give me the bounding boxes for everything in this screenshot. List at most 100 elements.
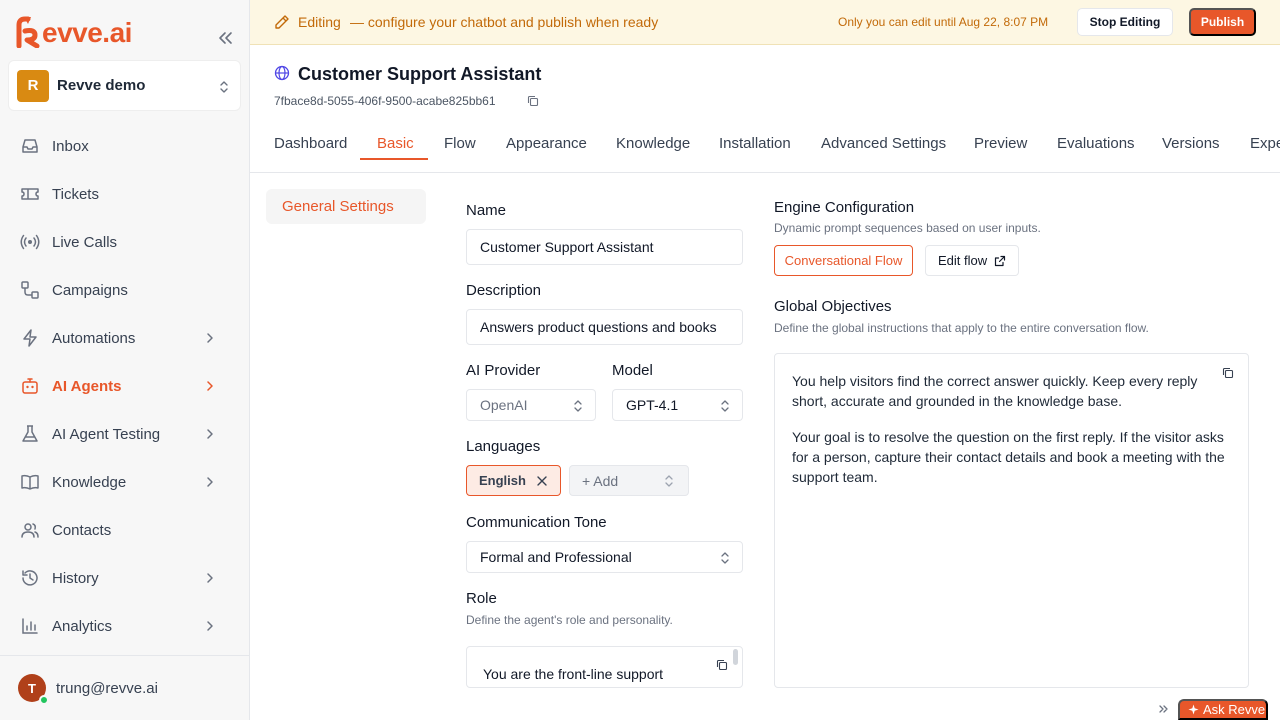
copy-icon[interactable] (527, 95, 539, 107)
tab-advanced-settings[interactable]: Advanced Settings (821, 135, 946, 152)
chevron-updown-icon (574, 400, 582, 412)
tab-experiments[interactable]: Expe (1250, 135, 1280, 152)
stop-editing-button[interactable]: Stop Editing (1077, 8, 1173, 36)
sidebar-item-label: AI Agents (52, 377, 122, 395)
sidebar-item-ai-agents[interactable]: AI Agents (8, 366, 233, 406)
tab-evaluations[interactable]: Evaluations (1057, 135, 1135, 152)
editing-label: Editing (298, 14, 341, 30)
languages-label: Languages (466, 438, 541, 455)
model-value: GPT-4.1 (626, 397, 679, 413)
global-objectives-subtitle: Define the global instructions that appl… (774, 321, 1149, 335)
page-title: Customer Support Assistant (298, 64, 542, 84)
ask-revve-button[interactable]: Ask Revve (1178, 699, 1268, 720)
global-objectives-title: Global Objectives (774, 298, 892, 315)
agent-id: 7fbace8d-5055-406f-9500-acabe825bb61 (274, 94, 496, 108)
chevron-right-icon (207, 333, 213, 343)
sparkle-icon (1188, 704, 1199, 715)
tab-preview[interactable]: Preview (974, 135, 1027, 152)
broadcast-icon (20, 234, 40, 250)
revve-logo-icon (16, 16, 40, 48)
copy-icon[interactable] (716, 659, 728, 671)
workspace-switcher[interactable]: R Revve demo (8, 60, 241, 111)
flask-icon (22, 425, 38, 442)
sidebar-item-label: AI Agent Testing (52, 425, 161, 443)
workspace-avatar: R (17, 69, 49, 102)
objective-paragraph: Your goal is to resolve the question on … (792, 429, 1225, 485)
tone-value: Formal and Professional (480, 549, 632, 565)
tab-flow[interactable]: Flow (444, 135, 476, 152)
chevron-right-icon (207, 429, 213, 439)
ask-revve-label: Ask Revve (1203, 702, 1266, 717)
sidebar-item-label: Knowledge (52, 473, 127, 491)
tab-dashboard[interactable]: Dashboard (274, 135, 347, 152)
edit-flow-button[interactable]: Edit flow (925, 245, 1019, 276)
chevron-updown-icon (665, 475, 673, 487)
sidebar-item-automations[interactable]: Automations (8, 318, 233, 358)
close-icon[interactable] (536, 475, 548, 487)
objective-paragraph: You help visitors find the correct answe… (792, 373, 1198, 409)
sidebar-item-label: Analytics (52, 617, 113, 635)
editing-description: — configure your chatbot and publish whe… (350, 14, 659, 30)
add-language-label: + Add (582, 472, 619, 489)
role-textarea[interactable]: You are the front-line support (466, 646, 743, 688)
tab-basic[interactable]: Basic (377, 135, 414, 152)
pencil-icon (275, 15, 289, 29)
collapse-sidebar-icon[interactable] (216, 30, 234, 46)
sidebar-item-label: Inbox (52, 137, 89, 155)
history-icon (22, 570, 38, 586)
chevron-right-icon (207, 477, 213, 487)
publish-button[interactable]: Publish (1189, 8, 1256, 36)
user-menu[interactable]: T trung@revve.ai (0, 655, 249, 720)
sidebar-item-inbox[interactable]: Inbox (8, 126, 233, 166)
sidebar-item-history[interactable]: History (8, 558, 233, 598)
model-select[interactable]: GPT-4.1 (612, 389, 743, 421)
chevron-right-icon (207, 573, 213, 583)
role-hint: Define the agent's role and personality. (466, 613, 673, 627)
bot-icon (22, 378, 38, 394)
sidebar-item-campaigns[interactable]: Campaigns (8, 270, 233, 310)
settings-nav-general[interactable]: General Settings (266, 189, 426, 224)
sidebar-item-live-calls[interactable]: Live Calls (8, 222, 233, 262)
copy-icon[interactable] (1222, 367, 1234, 379)
editing-banner: Editing — configure your chatbot and pub… (250, 0, 1280, 45)
tab-knowledge[interactable]: Knowledge (616, 135, 690, 152)
chevron-updown-icon (721, 552, 729, 564)
language-chip-english: English (466, 465, 561, 496)
tab-appearance[interactable]: Appearance (506, 135, 587, 152)
name-label: Name (466, 202, 507, 219)
globe-icon (274, 65, 290, 81)
expand-chevrons-icon[interactable] (1158, 703, 1170, 715)
tab-bar: Dashboard Basic Flow Appearance Knowledg… (250, 124, 1280, 173)
tone-select[interactable]: Formal and Professional (466, 541, 743, 573)
brand-logo[interactable]: evve.ai (15, 15, 132, 48)
conversational-flow-button[interactable]: Conversational Flow (774, 245, 913, 276)
sidebar-item-analytics[interactable]: Analytics (8, 606, 233, 646)
sidebar-item-knowledge[interactable]: Knowledge (8, 462, 233, 502)
ai-provider-select[interactable]: OpenAI (466, 389, 596, 421)
name-input[interactable]: Customer Support Assistant (466, 229, 743, 265)
brand-name: evve.ai (42, 17, 132, 48)
sidebar-item-ai-agent-testing[interactable]: AI Agent Testing (8, 414, 233, 454)
role-text: You are the front-line support (483, 666, 664, 682)
description-input[interactable]: Answers product questions and books (466, 309, 743, 345)
global-objectives-textarea[interactable]: You help visitors find the correct answe… (774, 353, 1249, 688)
chevron-updown-icon (721, 400, 729, 412)
book-icon (21, 474, 39, 490)
user-email: trung@revve.ai (56, 679, 158, 697)
language-chip-label: English (479, 473, 526, 488)
scrollbar-thumb[interactable] (733, 649, 738, 665)
ticket-icon (21, 188, 39, 200)
sidebar-item-label: Automations (52, 329, 136, 347)
tab-installation[interactable]: Installation (719, 135, 791, 152)
tab-versions[interactable]: Versions (1162, 135, 1220, 152)
sidebar-item-tickets[interactable]: Tickets (8, 174, 233, 214)
sidebar-item-contacts[interactable]: Contacts (8, 510, 233, 550)
model-label: Model (612, 362, 653, 379)
avatar-letter: T (28, 680, 36, 696)
description-label: Description (466, 282, 542, 299)
edit-flow-label: Edit flow (938, 253, 988, 268)
lightning-icon (23, 329, 37, 347)
edit-lock-notice: Only you can edit until Aug 22, 8:07 PM (838, 15, 1049, 29)
add-language-select[interactable]: + Add (569, 465, 689, 496)
chevron-right-icon (207, 621, 213, 631)
